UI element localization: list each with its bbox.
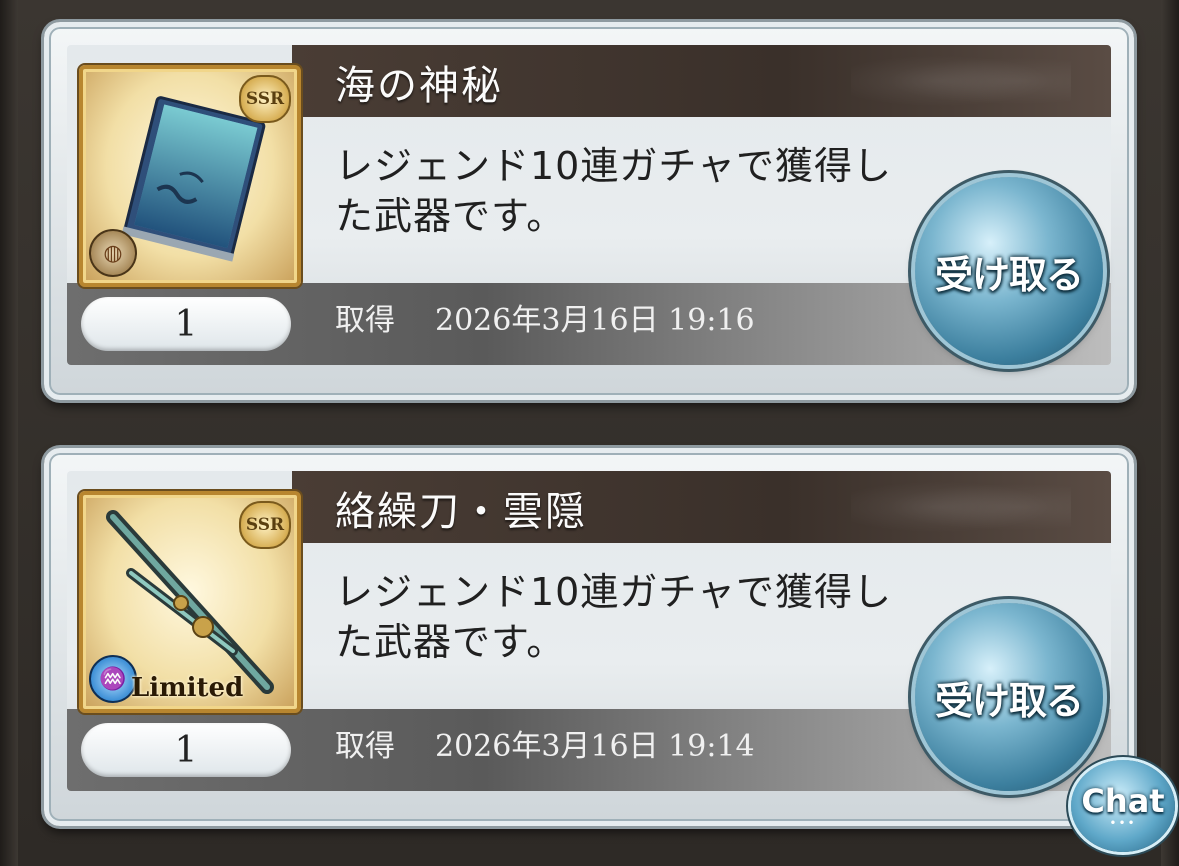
claim-label: 受け取る (934, 252, 1084, 297)
claim-button[interactable]: 受け取る (915, 603, 1103, 791)
obtained-date: 2026年3月16日 19:16 (435, 303, 755, 338)
right-frame (1161, 0, 1179, 866)
item-title: 海の神秘 (335, 63, 503, 109)
item-description: レジェンド10連ガチャで獲得した武器です。 (335, 144, 892, 238)
reward-card: 海の神秘 レジェンド10連ガチャで獲得した武器です。 1 取得 2026年3月1… (44, 22, 1134, 400)
quantity-value: 1 (174, 303, 198, 345)
item-thumbnail: SSR ♒ Limited (79, 491, 301, 713)
chat-button[interactable]: Chat ••• (1071, 760, 1175, 852)
obtained-label: 取得 (335, 729, 395, 764)
chat-label: Chat (1081, 782, 1165, 820)
quantity-pill: 1 (81, 297, 291, 351)
quantity-value: 1 (174, 729, 198, 771)
obtained-date: 2026年3月16日 19:14 (435, 729, 755, 764)
quantity-pill: 1 (81, 723, 291, 777)
water-element-icon: ♒ (89, 655, 137, 703)
claim-button[interactable]: 受け取る (915, 177, 1103, 365)
chat-dots-icon: ••• (1109, 816, 1137, 830)
item-title: 絡繰刀・雲隠 (335, 489, 587, 535)
claim-label: 受け取る (934, 678, 1084, 723)
item-thumbnail: SSR ◍ (79, 65, 301, 287)
ssr-badge: SSR (239, 501, 291, 549)
left-frame (0, 0, 18, 866)
ssr-badge: SSR (239, 75, 291, 123)
reward-card: 絡繰刀・雲隠 レジェンド10連ガチャで獲得した武器です。 1 取得 2026年3… (44, 448, 1134, 826)
earth-element-icon: ◍ (89, 229, 137, 277)
limited-badge: Limited (131, 673, 244, 703)
obtained-label: 取得 (335, 303, 395, 338)
item-description: レジェンド10連ガチャで獲得した武器です。 (335, 570, 892, 664)
